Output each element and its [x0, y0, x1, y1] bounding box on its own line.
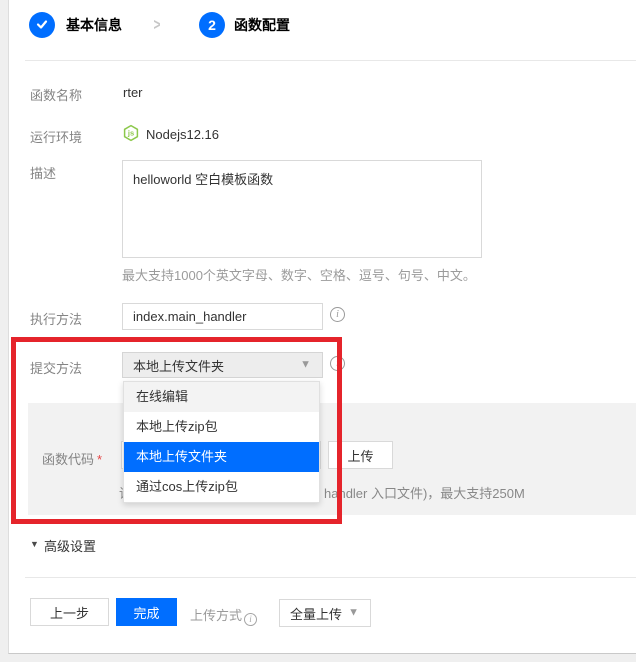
chevron-down-icon: ▼: [300, 359, 311, 371]
upload-mode-select[interactable]: 全量上传 ▼: [279, 599, 371, 627]
step1-done-circle: [29, 12, 55, 38]
function-code-label: 函数代码*: [42, 449, 102, 468]
upload-mode-label: 上传方式i: [190, 605, 257, 626]
triangle-down-icon: ▼: [30, 539, 39, 549]
submit-method-dropdown-menu: 在线编辑 本地上传zip包 本地上传文件夹 通过cos上传zip包: [123, 381, 320, 503]
submit-method-select[interactable]: 本地上传文件夹 ▼: [122, 352, 323, 378]
description-label: 描述: [30, 163, 56, 182]
divider-top: [25, 60, 636, 61]
handler-info-icon[interactable]: i: [330, 307, 345, 322]
handler-label: 执行方法: [30, 309, 82, 328]
upload-mode-value: 全量上传: [290, 604, 342, 623]
previous-step-button[interactable]: 上一步: [30, 598, 109, 626]
upload-mode-label-text: 上传方式: [190, 608, 242, 623]
chevron-down-icon: ▼: [348, 607, 359, 619]
description-textarea[interactable]: helloworld 空白模板函数: [122, 160, 482, 258]
runtime-value: Nodejs12.16: [146, 127, 219, 142]
submit-method-value: 本地上传文件夹: [133, 356, 224, 375]
handler-input[interactable]: [122, 303, 323, 330]
submit-method-info-icon[interactable]: i: [330, 356, 345, 371]
required-asterisk: *: [97, 452, 102, 467]
code-hint-text: handler 入口文件)，最大支持250M: [324, 483, 525, 502]
function-name-value: rter: [123, 85, 143, 100]
step2-label: 函数配置: [234, 12, 290, 38]
step2-circle: 2: [199, 12, 225, 38]
menu-item-online-edit[interactable]: 在线编辑: [124, 382, 319, 412]
submit-method-label: 提交方法: [30, 358, 82, 377]
function-name-label: 函数名称: [30, 85, 82, 104]
upload-mode-info-icon[interactable]: i: [244, 613, 257, 626]
check-icon: [35, 17, 49, 34]
function-config-page: 基本信息 > 2 函数配置 函数名称 rter 运行环境 js Nodejs12…: [0, 0, 636, 662]
step1-label[interactable]: 基本信息: [66, 12, 122, 38]
step2-number: 2: [208, 17, 216, 33]
advanced-settings-toggle[interactable]: 高级设置: [44, 536, 96, 555]
description-hint: 最大支持1000个英文字母、数字、空格、逗号、句号、中文。: [122, 265, 476, 284]
menu-item-cos-zip[interactable]: 通过cos上传zip包: [124, 472, 319, 502]
runtime-label: 运行环境: [30, 127, 82, 146]
menu-item-local-folder[interactable]: 本地上传文件夹: [124, 442, 319, 472]
menu-item-local-zip[interactable]: 本地上传zip包: [124, 412, 319, 442]
svg-text:js: js: [127, 129, 134, 138]
chevron-right-icon: >: [153, 12, 160, 38]
function-code-label-text: 函数代码: [42, 452, 94, 467]
nodejs-icon: js: [122, 124, 140, 145]
divider-bottom: [25, 577, 636, 578]
upload-button[interactable]: 上传: [328, 441, 393, 469]
finish-button[interactable]: 完成: [116, 598, 177, 626]
